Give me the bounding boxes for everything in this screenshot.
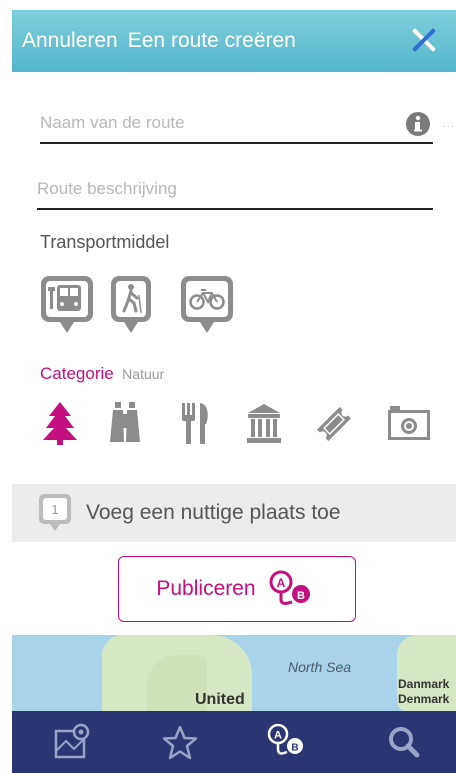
publish-label: Publiceren <box>156 577 256 600</box>
category-label: Categorie <box>40 364 114 383</box>
hiker-icon <box>111 276 151 333</box>
route-a-b-icon: A B <box>267 723 303 755</box>
header-bar: Annuleren Een route creëren <box>12 10 456 72</box>
cancel-button[interactable]: Annuleren <box>22 29 118 53</box>
svg-text:A: A <box>274 730 282 742</box>
category-row: Categorie Natuur <box>40 364 164 384</box>
svg-text:B: B <box>291 743 298 754</box>
fork-knife-icon <box>182 403 208 444</box>
route-a-b-icon: A B <box>269 570 310 605</box>
binoculars-icon <box>110 402 140 442</box>
map-label-danmark: Danmark <box>398 677 450 691</box>
transport-bike-button[interactable] <box>180 275 234 335</box>
category-nature-button[interactable] <box>40 400 88 446</box>
bus-icon <box>41 276 93 333</box>
info-dots: ... <box>441 116 455 130</box>
add-poi-label: Voeg een nuttige plaats toe <box>86 501 341 524</box>
tab-favorites[interactable] <box>158 721 202 765</box>
map-preview[interactable]: North Sea United Danmark Denmark <box>12 635 456 711</box>
add-poi-button[interactable]: 1 Voeg een nuttige plaats toe <box>12 484 456 542</box>
route-name-field: ... <box>40 108 454 144</box>
map-label-sea: North Sea <box>288 659 352 675</box>
category-photo-button[interactable] <box>386 400 434 446</box>
search-icon <box>389 727 420 758</box>
bottom-tab-bar: A B <box>12 711 456 773</box>
transport-bus-button[interactable] <box>40 275 94 335</box>
info-icon[interactable] <box>405 111 431 137</box>
publish-button[interactable]: Publiceren A B <box>118 556 356 622</box>
map-label-united: United <box>195 691 245 708</box>
close-icon[interactable] <box>412 28 436 52</box>
tab-search[interactable] <box>382 721 426 765</box>
svg-text:B: B <box>297 590 305 602</box>
category-selected-value: Natuur <box>122 366 165 382</box>
transport-label: Transportmiddel <box>40 232 170 252</box>
poi-number-badge: 1 <box>39 494 71 531</box>
map-pin-icon <box>54 723 90 759</box>
ticket-icon <box>317 407 351 441</box>
museum-icon <box>247 404 281 443</box>
bicycle-icon <box>181 276 233 333</box>
category-culture-button[interactable] <box>246 400 294 446</box>
star-icon <box>162 725 198 760</box>
route-name-input[interactable] <box>40 108 400 138</box>
category-food-button[interactable] <box>176 400 224 446</box>
category-wildlife-button[interactable] <box>108 400 156 446</box>
status-bar-area <box>0 0 456 10</box>
tab-routes[interactable]: A B <box>264 721 308 765</box>
tab-map[interactable] <box>52 721 96 765</box>
transport-walk-button[interactable] <box>110 275 164 335</box>
poi-badge-number: 1 <box>51 502 58 517</box>
route-description-field <box>37 174 433 210</box>
route-description-input[interactable] <box>37 174 397 204</box>
page-title: Een route creëren <box>127 29 296 52</box>
map-label-denmark: Denmark <box>398 692 450 706</box>
tree-icon <box>43 402 77 445</box>
category-events-button[interactable] <box>316 400 364 446</box>
svg-text:A: A <box>276 576 285 590</box>
camera-icon <box>388 406 430 440</box>
